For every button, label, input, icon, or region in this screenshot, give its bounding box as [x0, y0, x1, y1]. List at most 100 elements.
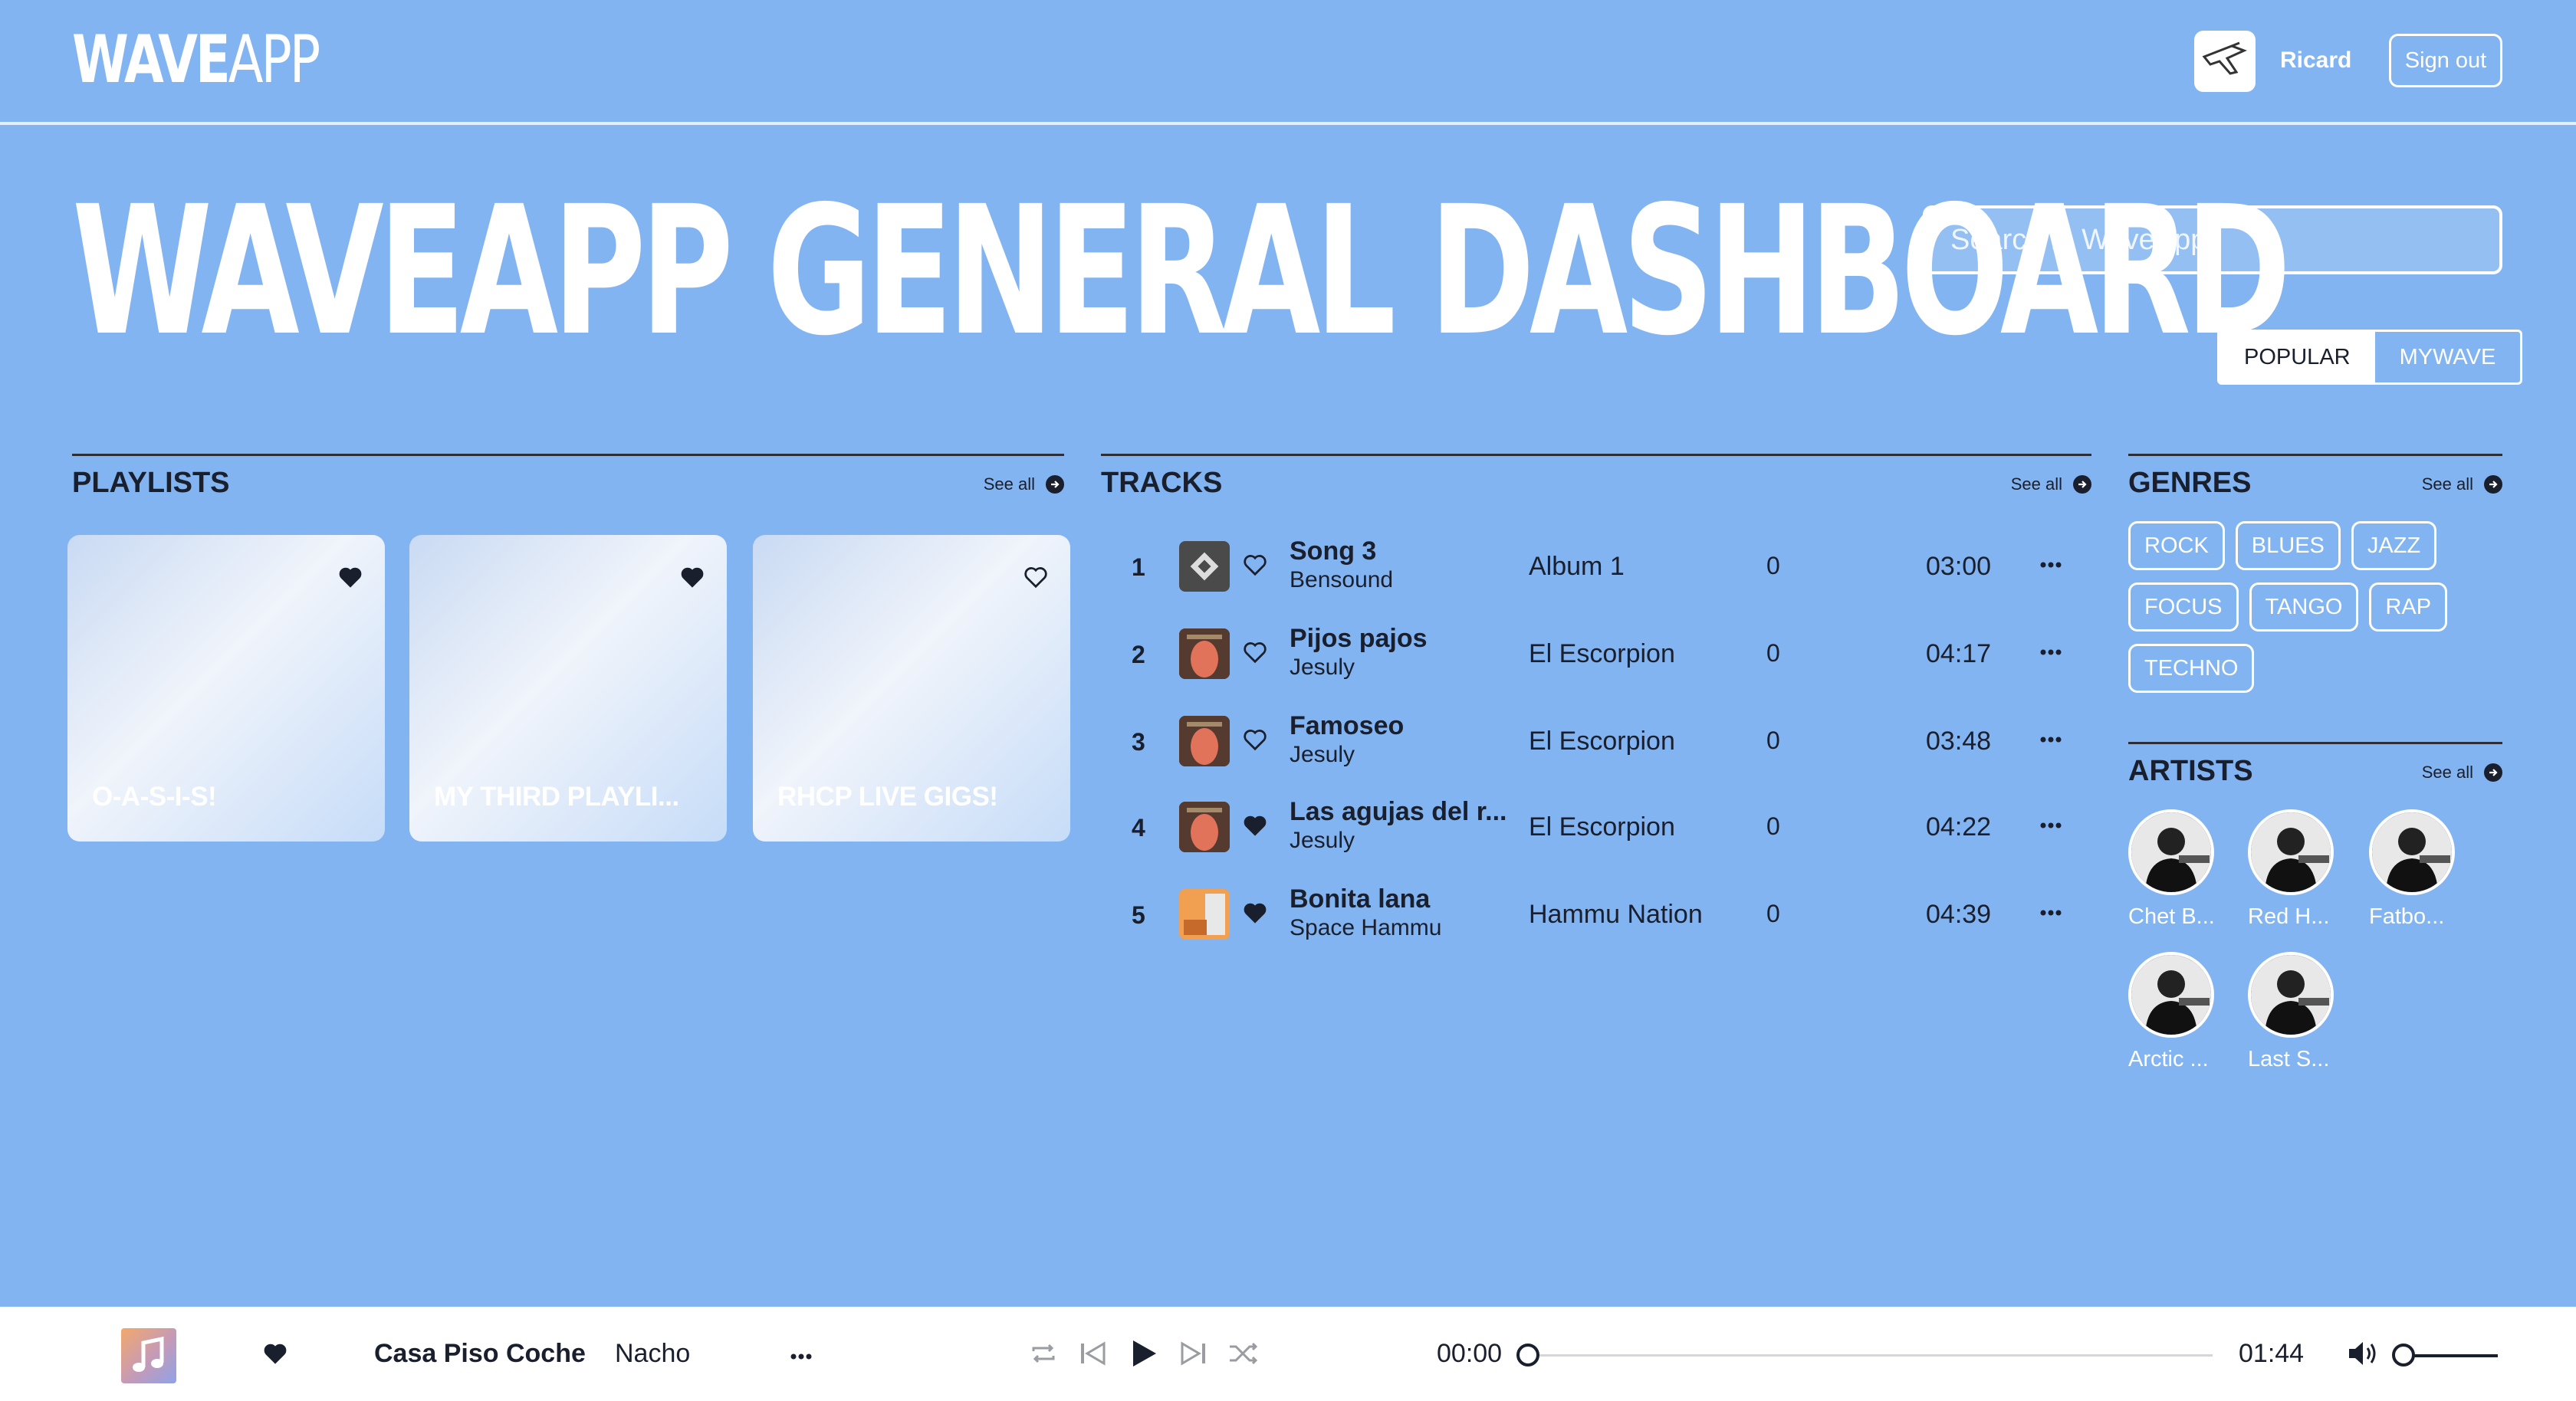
more-options-icon[interactable]: [2038, 901, 2064, 924]
artist-item[interactable]: Red H...: [2248, 809, 2340, 930]
track-artist[interactable]: Bensound: [1290, 567, 1393, 593]
genre-tag-rap[interactable]: RAP: [2369, 582, 2448, 632]
heart-filled-icon[interactable]: [1242, 901, 1268, 924]
volume-handle[interactable]: [2392, 1344, 2415, 1367]
genre-tag-rock[interactable]: ROCK: [2128, 521, 2225, 570]
heart-filled-icon[interactable]: [679, 566, 705, 589]
track-album[interactable]: Album 1: [1529, 552, 1625, 582]
heart-filled-icon[interactable]: [1242, 814, 1268, 837]
track-play-count: 0: [1766, 900, 1780, 927]
see-all-label: See all: [2421, 474, 2473, 494]
genre-tag-blues[interactable]: BLUES: [2235, 521, 2341, 570]
track-row[interactable]: 4 Las agujas del r... Jesuly El Escorpio…: [1101, 786, 2091, 871]
track-artist[interactable]: Jesuly: [1290, 828, 1355, 854]
user-name[interactable]: Ricard: [2280, 48, 2351, 74]
track-album[interactable]: El Escorpion: [1529, 812, 1675, 842]
now-playing-title[interactable]: Casa Piso Coche: [374, 1339, 586, 1369]
tab-mywave[interactable]: MYWAVE: [2375, 332, 2521, 382]
track-row[interactable]: 5 Bonita lana Space Hammu Hammu Nation 0…: [1101, 874, 2091, 958]
track-album[interactable]: El Escorpion: [1529, 639, 1675, 669]
artist-avatar: [2128, 809, 2214, 895]
heart-filled-icon[interactable]: [337, 566, 363, 589]
more-options-icon[interactable]: [788, 1345, 814, 1368]
artist-item[interactable]: Chet B...: [2128, 809, 2220, 930]
tracks-section: TRACKS See all: [1101, 454, 2091, 515]
waveapp-logo[interactable]: WAVEAPP: [72, 21, 321, 98]
playlist-name: MY THIRD PLAYLI...: [434, 782, 679, 812]
more-options-icon[interactable]: [2038, 553, 2064, 576]
playlist-name: O-A-S-I-S!: [92, 782, 217, 812]
play-icon[interactable]: [1127, 1337, 1159, 1370]
track-title[interactable]: Las agujas del r...: [1290, 797, 1506, 827]
genre-tag-jazz[interactable]: JAZZ: [2351, 521, 2437, 570]
heart-outline-icon[interactable]: [1023, 566, 1049, 589]
track-cover-image: [1179, 541, 1230, 592]
track-number: 5: [1132, 901, 1145, 929]
arrow-right-icon: [2484, 763, 2502, 782]
artist-item[interactable]: Fatbo...: [2369, 809, 2461, 930]
track-artist[interactable]: Jesuly: [1290, 742, 1355, 768]
next-track-icon[interactable]: [1178, 1337, 1210, 1370]
track-title[interactable]: Song 3: [1290, 536, 1376, 566]
now-playing-artist[interactable]: Nacho: [615, 1339, 690, 1369]
genres-section: GENRES See all: [2128, 454, 2502, 515]
track-artist[interactable]: Space Hammu: [1290, 915, 1441, 941]
previous-track-icon[interactable]: [1076, 1337, 1109, 1370]
genre-tag-techno[interactable]: TECHNO: [2128, 644, 2255, 693]
genres-see-all-link[interactable]: See all: [2422, 474, 2502, 494]
track-duration: 04:17: [1926, 639, 1992, 668]
track-row[interactable]: 3 Famoseo Jesuly El Escorpion 0 03:48: [1101, 700, 2091, 785]
tracks-see-all-link[interactable]: See all: [2011, 474, 2091, 494]
artist-name: Red H...: [2248, 904, 2330, 929]
player-bar: Casa Piso Coche Nacho 00:00 01:44: [0, 1307, 2576, 1401]
sign-out-button[interactable]: Sign out: [2389, 34, 2502, 87]
track-cover-image: [1179, 889, 1230, 940]
track-title[interactable]: Pijos pajos: [1290, 624, 1428, 654]
artist-name: Chet B...: [2128, 904, 2215, 929]
repeat-icon[interactable]: [1027, 1337, 1060, 1370]
more-options-icon[interactable]: [2038, 641, 2064, 664]
progress-bar[interactable]: [1526, 1354, 2213, 1357]
genre-tag-tango[interactable]: TANGO: [2249, 582, 2359, 632]
genre-tag-list: ROCK BLUES JAZZ FOCUS TANGO RAP TECHNO: [2128, 521, 2512, 693]
arrow-right-icon: [1046, 475, 1064, 494]
track-row[interactable]: 2 Pijos pajos Jesuly El Escorpion 0 04:1…: [1101, 613, 2091, 697]
heart-outline-icon[interactable]: [1242, 728, 1268, 751]
heart-filled-icon[interactable]: [262, 1342, 288, 1365]
heart-outline-icon[interactable]: [1242, 553, 1268, 576]
logo-text-light: APP: [228, 21, 321, 98]
track-duration: 03:48: [1926, 727, 1992, 756]
track-title[interactable]: Famoseo: [1290, 711, 1404, 741]
volume-slider[interactable]: [2406, 1354, 2498, 1357]
logo-text-bold: WAVE: [72, 21, 231, 98]
arrow-right-icon: [2073, 475, 2091, 494]
more-options-icon[interactable]: [2038, 728, 2064, 751]
artist-item[interactable]: Arctic ...: [2128, 952, 2220, 1072]
playlist-card[interactable]: RHCP LIVE GIGS!: [753, 535, 1070, 842]
genre-tag-focus[interactable]: FOCUS: [2128, 582, 2239, 632]
search-input[interactable]: [1923, 205, 2502, 274]
playlist-card[interactable]: MY THIRD PLAYLI...: [409, 535, 727, 842]
track-album[interactable]: El Escorpion: [1529, 727, 1675, 756]
volume-icon[interactable]: [2346, 1337, 2381, 1370]
top-bar: WAVEAPP Ricard Sign out: [0, 0, 2576, 125]
airplane-avatar-icon: [2202, 41, 2247, 75]
playlists-heading: PLAYLISTS: [72, 467, 230, 499]
playlist-card[interactable]: O-A-S-I-S!: [67, 535, 385, 842]
progress-handle[interactable]: [1516, 1344, 1539, 1367]
playlists-see-all-link[interactable]: See all: [984, 474, 1064, 494]
track-row[interactable]: 1 Song 3 Bensound Album 1 0 03:00: [1101, 526, 2091, 610]
tab-popular[interactable]: POPULAR: [2220, 332, 2375, 382]
artist-item[interactable]: Last S...: [2248, 952, 2340, 1072]
see-all-label: See all: [983, 474, 1035, 494]
track-title[interactable]: Bonita lana: [1290, 884, 1430, 914]
user-avatar[interactable]: [2194, 31, 2256, 92]
track-album[interactable]: Hammu Nation: [1529, 900, 1703, 930]
artists-see-all-link[interactable]: See all: [2422, 763, 2502, 783]
shuffle-icon[interactable]: [1227, 1337, 1260, 1370]
view-tabs: POPULAR MYWAVE: [2217, 330, 2523, 385]
playlist-name: RHCP LIVE GIGS!: [777, 782, 998, 812]
heart-outline-icon[interactable]: [1242, 641, 1268, 664]
track-artist[interactable]: Jesuly: [1290, 655, 1355, 681]
more-options-icon[interactable]: [2038, 814, 2064, 837]
